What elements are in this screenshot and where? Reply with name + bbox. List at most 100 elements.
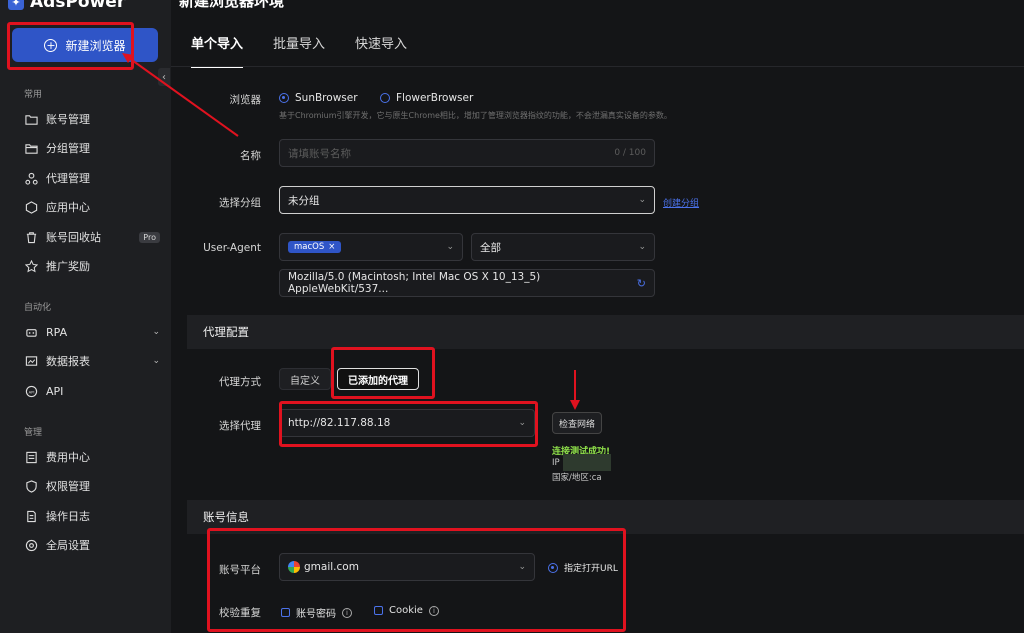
chart-icon xyxy=(24,354,38,368)
os-select[interactable]: macOS × ⌄ xyxy=(279,233,463,261)
radio-selected-icon xyxy=(279,93,289,103)
checkbox-icon xyxy=(374,606,383,615)
name-input[interactable]: 请填账号名称 0 / 100 xyxy=(279,139,655,167)
ip-label: IP xyxy=(552,458,560,468)
chevron-down-icon: ⌄ xyxy=(446,242,454,252)
collapse-sidebar-button[interactable]: ‹ xyxy=(158,68,170,86)
proxy-mode-saved[interactable]: 已添加的代理 xyxy=(337,368,419,390)
sidebar-item-promo[interactable]: 推广奖励 xyxy=(24,256,160,276)
section-label-automation: 自动化 xyxy=(24,303,52,313)
shield-icon xyxy=(24,479,38,493)
platform-select[interactable]: gmail.com ⌄ xyxy=(279,553,535,581)
tab-single-import[interactable]: 单个导入 xyxy=(191,30,244,68)
proxy-mode-label: 代理方式 xyxy=(219,376,261,388)
sidebar-item-rpa[interactable]: RPA ⌄ xyxy=(24,322,160,342)
close-icon[interactable]: × xyxy=(328,242,335,252)
proxy-mode-custom[interactable]: 自定义 xyxy=(279,368,331,390)
proxy-value: http://82.117.88.18 xyxy=(288,417,391,429)
logo-icon: ✦ xyxy=(8,0,24,10)
import-tabs: 单个导入 批量导入 快速导入 xyxy=(191,30,437,68)
platform-label: 账号平台 xyxy=(219,564,261,576)
sidebar-item-reports[interactable]: 数据报表 ⌄ xyxy=(24,351,160,371)
proxy-select-label: 选择代理 xyxy=(219,420,261,432)
proxy-section-header: 代理配置 xyxy=(187,315,1024,349)
name-label: 名称 xyxy=(240,150,261,162)
tabs-divider xyxy=(171,66,1024,67)
robot-icon xyxy=(24,325,38,339)
sidebar-item-settings[interactable]: 全局设置 xyxy=(24,535,160,555)
sidebar-item-groups[interactable]: 分组管理 xyxy=(24,138,160,158)
group-select[interactable]: 未分组 ⌄ xyxy=(279,186,655,214)
sidebar-item-label: 全局设置 xyxy=(46,539,90,552)
radio-label: SunBrowser xyxy=(295,92,358,104)
refresh-icon[interactable]: ↻ xyxy=(637,277,646,290)
info-icon[interactable]: i xyxy=(428,605,439,616)
api-icon: API xyxy=(24,384,38,398)
receipt-icon xyxy=(24,450,38,464)
page-title: 新建浏览器环境 xyxy=(179,0,285,10)
sidebar-item-label: 分组管理 xyxy=(46,142,90,155)
platform-value: gmail.com xyxy=(304,561,359,573)
sidebar-item-label: 账号管理 xyxy=(46,113,90,126)
gmail-icon xyxy=(288,561,300,573)
chevron-down-icon: ⌄ xyxy=(638,242,646,252)
sidebar-item-logs[interactable]: 操作日志 xyxy=(24,506,160,526)
create-group-link[interactable]: 创建分组 xyxy=(663,196,699,209)
tab-batch-import[interactable]: 批量导入 xyxy=(273,30,325,68)
dedupe-label: 校验重复 xyxy=(219,607,261,619)
pro-badge: Pro xyxy=(139,231,160,243)
group-value: 未分组 xyxy=(288,194,320,207)
sidebar-item-label: 费用中心 xyxy=(46,451,90,464)
check-password[interactable]: 账号密码 i xyxy=(281,605,352,620)
sidebar-item-recycle[interactable]: 账号回收站 Pro xyxy=(24,227,160,247)
new-browser-button[interactable]: + 新建浏览器 xyxy=(12,28,158,62)
sidebar-item-accounts[interactable]: 账号管理 xyxy=(24,109,160,129)
browser-hint: 基于Chromium引擎开发，它与原生Chrome相比，增加了管理浏览器指纹的功… xyxy=(279,111,672,120)
cube-icon xyxy=(24,200,38,214)
star-icon xyxy=(24,259,38,273)
open-url-toggle[interactable]: 指定打开URL xyxy=(548,561,618,574)
main-panel: 新建浏览器环境 单个导入 批量导入 快速导入 浏览器 SunBrowser Fl… xyxy=(171,0,1024,633)
user-agent-label: User-Agent xyxy=(203,242,261,254)
plus-icon: + xyxy=(44,38,58,52)
version-select[interactable]: 全部 ⌄ xyxy=(471,233,655,261)
sidebar-item-label: API xyxy=(46,384,64,398)
name-placeholder: 请填账号名称 xyxy=(288,147,351,160)
ua-string-field[interactable]: Mozilla/5.0 (Macintosh; Intel Mac OS X 1… xyxy=(279,269,655,297)
app-logo: ✦ AdsPower xyxy=(8,0,125,12)
radio-sunbrowser[interactable]: SunBrowser xyxy=(279,92,358,104)
sidebar-item-label: 推广奖励 xyxy=(46,260,90,273)
check-network-button[interactable]: 检查网络 xyxy=(552,412,603,434)
redacted-ip xyxy=(563,454,611,471)
radio-flowerbrowser[interactable]: FlowerBrowser xyxy=(380,92,473,104)
document-icon xyxy=(24,509,38,523)
radio-unselected-icon xyxy=(380,93,390,103)
sidebar-item-apps[interactable]: 应用中心 xyxy=(24,197,160,217)
check-cookie[interactable]: Cookie i xyxy=(374,605,439,616)
os-tag-label: macOS xyxy=(294,242,325,252)
chevron-down-icon: ⌄ xyxy=(152,356,160,366)
new-browser-label: 新建浏览器 xyxy=(65,38,126,53)
sidebar-item-label: 账号回收站 xyxy=(46,231,101,244)
sidebar-item-label: 数据报表 xyxy=(46,355,90,368)
sidebar-item-proxy[interactable]: 代理管理 xyxy=(24,168,160,188)
radio-selected-icon xyxy=(548,562,558,573)
account-section-header: 账号信息 xyxy=(187,500,1024,534)
info-icon[interactable]: i xyxy=(342,607,352,618)
proxy-select[interactable]: http://82.117.88.18 ⌄ xyxy=(279,409,535,437)
sidebar-item-label: 权限管理 xyxy=(46,480,90,493)
sidebar-item-permissions[interactable]: 权限管理 xyxy=(24,476,160,496)
sidebar-item-billing[interactable]: 费用中心 xyxy=(24,447,160,467)
checkbox-icon xyxy=(281,608,290,617)
version-value: 全部 xyxy=(480,241,501,254)
open-url-label: 指定打开URL xyxy=(564,564,618,574)
sidebar: ✦ AdsPower + 新建浏览器 ‹ 常用 账号管理 分组管理 代理管理 应… xyxy=(0,0,171,633)
sidebar-item-label: 代理管理 xyxy=(46,172,90,185)
gear-icon xyxy=(24,538,38,552)
tab-quick-import[interactable]: 快速导入 xyxy=(355,30,407,68)
folder-icon xyxy=(24,112,38,126)
os-tag[interactable]: macOS × xyxy=(288,241,342,253)
sidebar-item-api[interactable]: API API xyxy=(24,381,160,401)
section-label-common: 常用 xyxy=(24,90,43,100)
radio-label: FlowerBrowser xyxy=(396,92,474,104)
